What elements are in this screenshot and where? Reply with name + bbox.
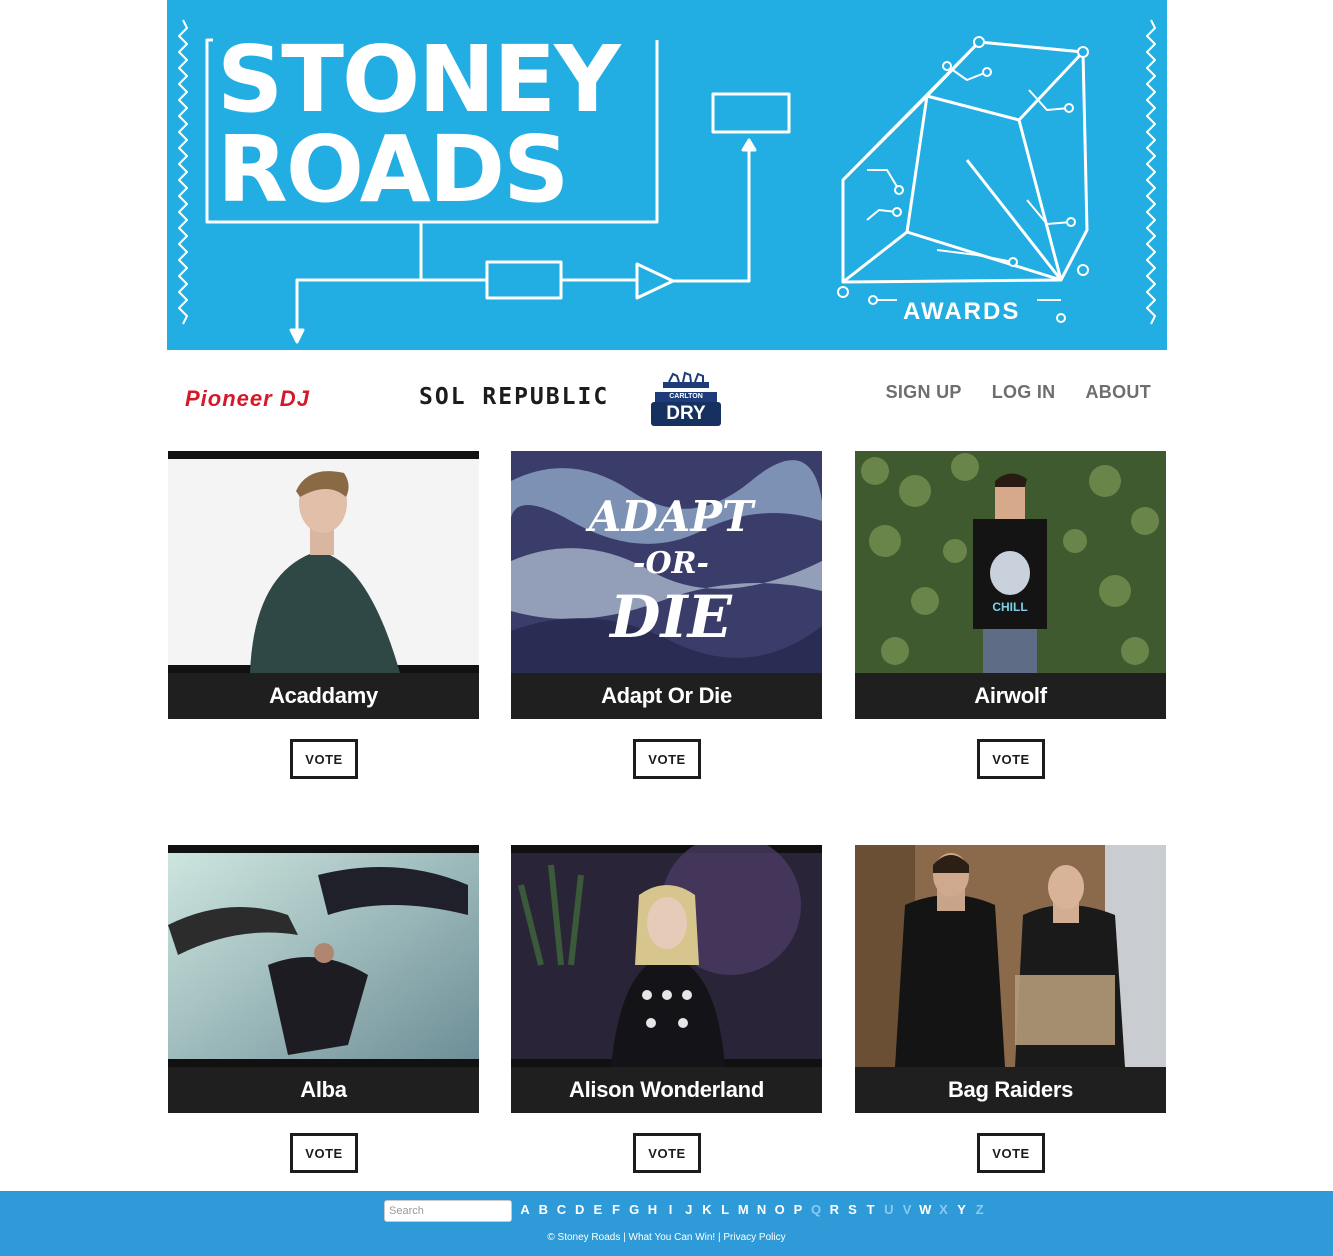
carlton-dry-logo[interactable]: CARLTON DRY (649, 370, 723, 428)
header-banner[interactable]: STONEY ROADS AWARDS (167, 0, 1167, 350)
artist-name: Alba (168, 1067, 479, 1113)
footer: ABCDEFGHIJKLMNOPQRSTUVWXYZ © Stoney Road… (0, 1191, 1333, 1256)
alpha-letter-n[interactable]: N (752, 1202, 770, 1217)
artist-name: Airwolf (855, 673, 1166, 719)
dry-label: DRY (651, 402, 721, 426)
artist-photo-acaddamy[interactable] (168, 451, 479, 673)
alpha-letter-y[interactable]: Y (953, 1202, 971, 1217)
artist-photo-adapt-or-die[interactable]: ADAPT -OR- DIE (511, 451, 822, 673)
alpha-letter-c[interactable]: C (552, 1202, 570, 1217)
sol-republic-logo[interactable]: SOL REPUBLIC (419, 384, 609, 410)
footer-copyright: © Stoney Roads | What You Can Win! | Pri… (0, 1232, 1333, 1243)
alpha-letter-i[interactable]: I (662, 1202, 680, 1217)
artist-photo-alba[interactable] (168, 845, 479, 1067)
alpha-letter-f[interactable]: F (607, 1202, 625, 1217)
artist-photo-bag-raiders[interactable] (855, 845, 1166, 1067)
artist-name: Adapt Or Die (511, 673, 822, 719)
alpha-letter-s[interactable]: S (843, 1202, 861, 1217)
brand-title-line2: ROADS (217, 116, 569, 223)
sign-up-link[interactable]: SIGN UP (886, 382, 962, 403)
alpha-letter-r[interactable]: R (825, 1202, 843, 1217)
copyright-text: © Stoney Roads (547, 1232, 621, 1243)
search-input[interactable] (384, 1200, 512, 1222)
alpha-letter-z: Z (975, 1202, 984, 1217)
separator: | (620, 1232, 629, 1243)
alpha-letter-k[interactable]: K (698, 1202, 716, 1217)
alpha-letter-l[interactable]: L (716, 1202, 734, 1217)
vote-button[interactable]: VOTE (290, 739, 358, 779)
log-in-link[interactable]: LOG IN (992, 382, 1056, 403)
pioneer-dj-logo[interactable]: Pioneer DJ (185, 386, 310, 412)
vote-button[interactable]: VOTE (633, 739, 701, 779)
what-you-can-win-link[interactable]: What You Can Win! (629, 1232, 716, 1243)
art-text-or: -OR- (633, 546, 709, 581)
vote-button[interactable]: VOTE (290, 1133, 358, 1173)
alpha-letter-u: U (884, 1202, 894, 1217)
top-nav: SIGN UP LOG IN ABOUT (886, 382, 1151, 403)
alpha-letter-a[interactable]: A (516, 1202, 534, 1217)
alpha-letter-t[interactable]: T (862, 1202, 880, 1217)
art-text-adapt: ADAPT (585, 492, 756, 541)
artist-name: Bag Raiders (855, 1067, 1166, 1113)
alpha-letter-g[interactable]: G (625, 1202, 643, 1217)
alpha-letter-p[interactable]: P (789, 1202, 807, 1217)
awards-label: AWARDS (903, 298, 1021, 325)
alpha-letter-d[interactable]: D (571, 1202, 589, 1217)
alpha-letter-j[interactable]: J (680, 1202, 698, 1217)
alpha-letter-h[interactable]: H (643, 1202, 661, 1217)
alpha-letter-x: X (939, 1202, 948, 1217)
artist-name: Acaddamy (168, 673, 479, 719)
alpha-letter-e[interactable]: E (589, 1202, 607, 1217)
shirt-text: CHILL (992, 600, 1027, 614)
alpha-letter-w[interactable]: W (916, 1202, 934, 1217)
artist-photo-alison-wonderland[interactable] (511, 845, 822, 1067)
alpha-letter-o[interactable]: O (771, 1202, 789, 1217)
about-link[interactable]: ABOUT (1086, 382, 1152, 403)
art-text-die: DIE (608, 583, 732, 651)
vote-button[interactable]: VOTE (633, 1133, 701, 1173)
brand-title-line1: STONEY (217, 26, 621, 133)
alpha-letter-m[interactable]: M (734, 1202, 752, 1217)
carlton-label: CARLTON (655, 392, 717, 402)
sponsor-bar: Pioneer DJ SOL REPUBLIC CARLTON DRY SIGN… (167, 364, 1167, 434)
alphabet-index: ABCDEFGHIJKLMNOPQRSTUVWXYZ (516, 1202, 989, 1217)
vote-button[interactable]: VOTE (977, 739, 1045, 779)
privacy-policy-link[interactable]: Privacy Policy (723, 1232, 785, 1243)
artist-name: Alison Wonderland (511, 1067, 822, 1113)
alpha-letter-v: V (902, 1202, 912, 1217)
vote-button[interactable]: VOTE (977, 1133, 1045, 1173)
artist-photo-airwolf[interactable]: CHILL (855, 451, 1166, 673)
alpha-letter-b[interactable]: B (534, 1202, 552, 1217)
alpha-letter-q: Q (811, 1202, 822, 1217)
horses-crest-icon (663, 371, 709, 388)
